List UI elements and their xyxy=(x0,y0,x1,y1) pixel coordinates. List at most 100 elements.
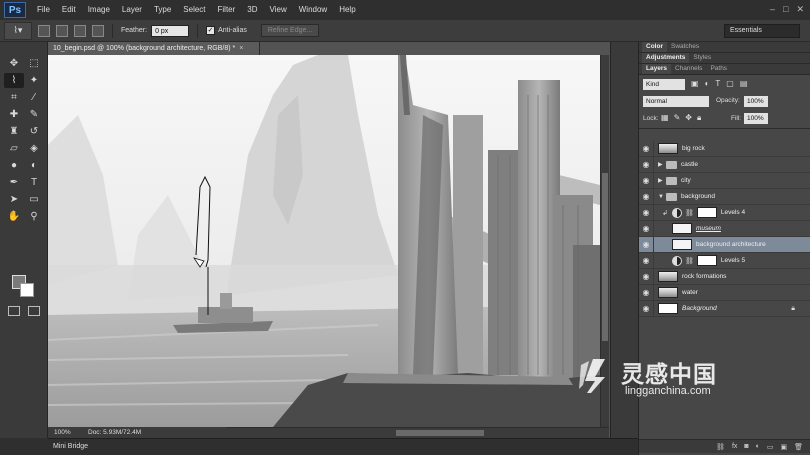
fill-input[interactable]: 100% xyxy=(744,113,768,124)
scroll-thumb[interactable] xyxy=(602,173,608,341)
tab-swatches[interactable]: Swatches xyxy=(667,42,703,52)
mini-bridge-tab[interactable]: Mini Bridge xyxy=(48,438,638,455)
workspace-switcher[interactable]: Essentials xyxy=(724,24,800,38)
tab-color[interactable]: Color xyxy=(642,42,667,52)
tab-styles[interactable]: Styles xyxy=(689,53,715,63)
layer-row-water[interactable]: ◉ water xyxy=(639,284,810,301)
tab-layers[interactable]: Layers xyxy=(642,64,671,74)
quick-mask-icon[interactable] xyxy=(8,306,20,316)
new-layer-icon[interactable]: ▣ xyxy=(780,443,787,451)
eye-icon[interactable]: ◉ xyxy=(639,288,653,297)
history-brush-icon[interactable]: ↺ xyxy=(24,124,44,139)
link-icon[interactable]: ⛓ xyxy=(685,257,694,265)
expand-arrow-icon[interactable]: ▶ xyxy=(658,177,666,184)
close-icon[interactable]: ✕ xyxy=(796,4,804,15)
menu-edit[interactable]: Edit xyxy=(56,0,82,20)
screen-mode-icon[interactable] xyxy=(28,306,40,316)
refine-edge-button[interactable]: Refine Edge... xyxy=(260,24,320,37)
zoom-tool-icon[interactable]: ⚲ xyxy=(24,209,44,224)
lock-all-icon[interactable]: 🔒︎ xyxy=(697,113,701,123)
add-selection-icon[interactable] xyxy=(56,24,68,37)
eye-icon[interactable]: ◉ xyxy=(639,144,653,153)
doc-size[interactable]: Doc: 5.93M/72.4M xyxy=(82,429,141,436)
eye-icon[interactable]: ◉ xyxy=(639,224,653,233)
link-layers-icon[interactable]: ⛓ xyxy=(716,443,725,451)
layer-row-levels-5[interactable]: ◉ ⛓ Levels 5 xyxy=(639,252,810,269)
rectangle-tool-icon[interactable]: ▭ xyxy=(24,192,44,207)
shape-filter-icon[interactable]: ▢ xyxy=(726,79,734,88)
layer-row-museum[interactable]: ◉ museum xyxy=(639,220,810,237)
close-tab-icon[interactable]: × xyxy=(239,45,243,52)
expand-arrow-icon[interactable]: ▶ xyxy=(658,161,666,168)
tab-adjustments[interactable]: Adjustments xyxy=(642,53,690,63)
dodge-tool-icon[interactable]: ◐ xyxy=(24,158,44,173)
tab-channels[interactable]: Channels xyxy=(671,64,706,74)
opacity-input[interactable]: 100% xyxy=(744,96,768,107)
menu-filter[interactable]: Filter xyxy=(212,0,242,20)
trash-icon[interactable]: 🗑︎ xyxy=(794,443,803,451)
add-mask-icon[interactable]: ◙ xyxy=(744,443,748,450)
layer-row-castle[interactable]: ◉ ▶ castle xyxy=(639,156,810,173)
pen-tool-icon[interactable]: ✒ xyxy=(4,175,24,190)
fx-icon[interactable]: fx xyxy=(732,443,737,450)
background-color-swatch[interactable] xyxy=(20,283,34,297)
smart-object-filter-icon[interactable]: ▤ xyxy=(740,79,748,88)
new-adjustment-icon[interactable]: ◐ xyxy=(756,443,760,450)
hand-tool-icon[interactable]: ✋ xyxy=(4,209,24,224)
menu-select[interactable]: Select xyxy=(177,0,211,20)
eyedropper-icon[interactable]: ⁄ xyxy=(24,90,44,105)
clone-stamp-icon[interactable]: ♜ xyxy=(4,124,24,139)
layer-row-background-group[interactable]: ◉ ▼ background xyxy=(639,188,810,205)
brush-tool-icon[interactable]: ✎ xyxy=(24,107,44,122)
magic-wand-icon[interactable]: ✦ xyxy=(24,73,44,88)
eye-icon[interactable]: ◉ xyxy=(639,160,653,169)
lock-transparency-icon[interactable]: ▦ xyxy=(661,113,669,123)
lock-pixels-icon[interactable]: ✎ xyxy=(674,113,681,123)
eye-icon[interactable]: ◉ xyxy=(639,240,653,249)
feather-input[interactable]: 0 px xyxy=(151,24,190,37)
lasso-tool-icon[interactable]: ⌇ xyxy=(4,73,24,88)
blend-mode-select[interactable]: Normal xyxy=(643,96,709,107)
adjustment-filter-icon[interactable]: ◐ xyxy=(705,79,710,88)
move-tool-icon[interactable]: ✥ xyxy=(4,56,24,71)
horizontal-scrollbar[interactable] xyxy=(226,427,609,438)
zoom-level[interactable]: 100% xyxy=(48,429,82,436)
eye-icon[interactable]: ◉ xyxy=(639,208,653,217)
menu-image[interactable]: Image xyxy=(82,0,116,20)
menu-3d[interactable]: 3D xyxy=(241,0,263,20)
layer-row-big-rock[interactable]: ◉ big rock xyxy=(639,140,810,157)
menu-window[interactable]: Window xyxy=(293,0,333,20)
filter-kind-select[interactable]: Kind xyxy=(643,79,685,90)
artwork-canvas[interactable] xyxy=(48,55,600,427)
intersect-selection-icon[interactable] xyxy=(92,24,104,37)
layer-row-background-architecture[interactable]: ◉ background architecture xyxy=(639,236,810,253)
eye-icon[interactable]: ◉ xyxy=(639,272,653,281)
document-tab[interactable]: 10_begin.psd @ 100% (background architec… xyxy=(48,42,260,55)
path-selection-icon[interactable]: ➤ xyxy=(4,192,24,207)
healing-brush-icon[interactable]: ✚ xyxy=(4,107,24,122)
mask-thumbnail[interactable] xyxy=(696,255,717,266)
tool-preset-picker[interactable]: ⌇▾ xyxy=(4,21,32,40)
tab-paths[interactable]: Paths xyxy=(706,64,731,74)
menu-layer[interactable]: Layer xyxy=(116,0,148,20)
new-selection-icon[interactable] xyxy=(38,24,50,37)
minimize-icon[interactable]: – xyxy=(770,4,775,15)
blur-tool-icon[interactable]: ● xyxy=(4,158,24,173)
layer-row-levels-4[interactable]: ◉ ↲ ⛓ Levels 4 xyxy=(639,204,810,221)
layer-row-rock-formations[interactable]: ◉ rock formations xyxy=(639,268,810,285)
maximize-icon[interactable]: □ xyxy=(783,4,788,15)
eye-icon[interactable]: ◉ xyxy=(639,192,653,201)
paint-bucket-icon[interactable]: ◈ xyxy=(24,141,44,156)
type-tool-icon[interactable]: T xyxy=(24,175,44,190)
scroll-thumb[interactable] xyxy=(396,430,484,436)
menu-file[interactable]: File xyxy=(31,0,56,20)
marquee-tool-icon[interactable]: ⬚ xyxy=(24,56,44,71)
eraser-icon[interactable]: ▱ xyxy=(4,141,24,156)
canvas[interactable] xyxy=(48,55,600,427)
subtract-selection-icon[interactable] xyxy=(74,24,86,37)
anti-alias-checkbox[interactable]: ✓ xyxy=(206,26,216,35)
crop-tool-icon[interactable]: ⌗ xyxy=(4,90,24,105)
menu-help[interactable]: Help xyxy=(333,0,361,20)
collapse-arrow-icon[interactable]: ▼ xyxy=(658,194,666,200)
lock-position-icon[interactable]: ✥ xyxy=(685,113,692,123)
